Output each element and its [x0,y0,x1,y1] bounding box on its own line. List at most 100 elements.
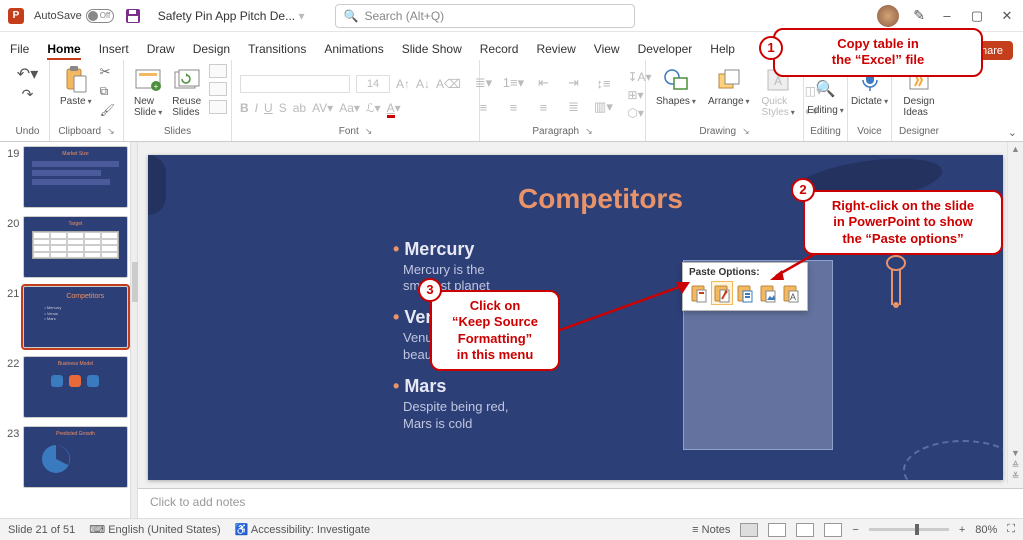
next-slide-icon[interactable]: ≚ [1012,471,1020,482]
close-button[interactable]: ✕ [999,8,1015,24]
group-editing-label: Editing [812,126,839,139]
tab-view[interactable]: View [594,42,620,60]
redo-icon[interactable]: ↷ [22,86,34,103]
case-button[interactable]: Aa▾ [339,101,360,115]
file-name[interactable]: Safety Pin App Pitch De... ▾ [158,9,305,23]
save-icon[interactable] [124,7,142,25]
reading-view-icon[interactable] [796,523,814,537]
search-input[interactable]: 🔍 Search (Alt+Q) [335,4,635,28]
format-painter-icon[interactable]: 🖌 [100,103,115,117]
callout-2-text: Right-click on the slide in PowerPoint t… [832,198,974,246]
pen-icon[interactable]: ✎ [913,7,925,24]
maximize-button[interactable]: ▢ [969,8,985,24]
bold-button[interactable]: B [240,101,249,115]
justify-icon[interactable]: ≣ [563,98,583,116]
align-right-icon[interactable]: ≡ [533,98,553,116]
align-center-icon[interactable]: ≡ [503,98,523,116]
spacing-button[interactable]: AV▾ [312,101,333,115]
tab-help[interactable]: Help [710,42,735,60]
clipboard-launcher-icon[interactable]: ↘ [107,126,115,137]
cut-icon[interactable]: ✂ [100,64,115,80]
section-icon[interactable] [209,100,227,114]
zoom-out-icon[interactable]: − [852,524,858,536]
layout-icon[interactable] [209,64,227,78]
drawing-launcher-icon[interactable]: ↘ [742,126,750,137]
thumbnail-slide-19[interactable]: Market Size [23,146,127,208]
clear-format-icon[interactable]: A⌫ [436,77,461,91]
thumbnail-slide-20[interactable]: Target [23,216,127,278]
italic-button[interactable]: I [255,101,258,115]
font-size-select[interactable]: 14 [356,75,390,93]
paste-embed-icon[interactable] [735,282,755,304]
zoom-level[interactable]: 80% [975,524,997,536]
thumbnail-pane[interactable]: 19 Market Size 20 Target 21 Competitors•… [0,142,131,518]
paste-button[interactable]: Paste [58,64,94,109]
paragraph-launcher-icon[interactable]: ↘ [585,126,593,137]
fit-to-window-icon[interactable]: ⛶ [1007,523,1015,536]
font-color-icon[interactable]: A▾ [387,101,401,115]
tab-draw[interactable]: Draw [147,42,175,60]
tab-animations[interactable]: Animations [324,42,383,60]
strike-button[interactable]: S [279,101,287,115]
tab-file[interactable]: File [10,42,29,60]
align-left-icon[interactable]: ≡ [473,98,493,116]
scroll-up-icon[interactable]: ▲ [1011,144,1020,154]
slide-title[interactable]: Competitors [518,183,683,215]
prev-slide-icon[interactable]: ≙ [1012,460,1020,471]
undo-icon[interactable]: ↶▾ [17,64,38,84]
slideshow-view-icon[interactable] [824,523,842,537]
thumbnail-slide-21[interactable]: Competitors• Mercury• Venus• Mars [23,286,127,348]
tab-record[interactable]: Record [480,42,519,60]
shadow-button[interactable]: ab [293,101,306,115]
accessibility-status[interactable]: ♿ Accessibility: Investigate [235,523,370,536]
slide-counter[interactable]: Slide 21 of 51 [8,524,75,536]
tab-developer[interactable]: Developer [638,42,693,60]
paste-keep-source-formatting-icon[interactable] [712,282,732,304]
minimize-button[interactable]: – [939,8,955,23]
notes-pane[interactable]: Click to add notes [138,488,1023,518]
arrange-button[interactable]: Arrange [706,64,752,109]
notes-button[interactable]: ≡ Notes [692,524,730,536]
copy-icon[interactable]: ⧉ [100,84,115,99]
zoom-in-icon[interactable]: + [959,524,965,536]
bullets-icon[interactable]: ≣▾ [473,74,493,92]
font-launcher-icon[interactable]: ↘ [365,126,373,137]
columns-icon[interactable]: ▥▾ [593,98,613,116]
new-slide-icon: + [134,66,162,94]
autosave-toggle[interactable]: Off [86,9,114,23]
reuse-slides-button[interactable]: Reuse Slides [170,64,203,120]
tab-design[interactable]: Design [193,42,230,60]
search-placeholder: Search (Alt+Q) [364,9,444,23]
thumb-splitter[interactable] [131,142,138,518]
indent-right-icon[interactable]: ⇥ [563,74,583,92]
font-name-select[interactable] [240,75,350,93]
new-slide-button[interactable]: + New Slide [132,64,164,120]
grow-font-icon[interactable]: A↑ [396,77,410,91]
tab-slideshow[interactable]: Slide Show [402,42,462,60]
normal-view-icon[interactable] [740,523,758,537]
scroll-down-icon[interactable]: ▼ [1011,448,1020,458]
tab-transitions[interactable]: Transitions [248,42,306,60]
zoom-slider[interactable] [869,528,949,531]
user-avatar[interactable] [877,5,899,27]
tab-insert[interactable]: Insert [99,42,129,60]
vertical-scrollbar[interactable]: ▲ ▼ ≙ ≚ [1007,142,1023,484]
line-spacing-icon[interactable]: ↕≡ [593,74,613,92]
sorter-view-icon[interactable] [768,523,786,537]
numbering-icon[interactable]: 1≡▾ [503,74,523,92]
collapse-ribbon-icon[interactable]: ⌄ [1008,126,1017,139]
shapes-button[interactable]: Shapes [654,64,698,109]
thumbnail-slide-23[interactable]: Predicted Growth [23,426,127,488]
reset-icon[interactable] [209,82,227,96]
indent-left-icon[interactable]: ⇤ [533,74,553,92]
highlight-icon[interactable]: ℒ▾ [366,101,381,115]
callout-1-text: Copy table in the “Excel” file [832,36,924,67]
underline-button[interactable]: U [264,101,273,115]
thumbnail-slide-22[interactable]: Business Model [23,356,127,418]
tab-home[interactable]: Home [47,42,80,60]
editing-button[interactable]: 🔍 Editing [805,73,846,118]
tab-review[interactable]: Review [536,42,575,60]
shrink-font-icon[interactable]: A↓ [416,77,430,91]
bullet-head: Mars [393,376,509,397]
language-status[interactable]: ⌨ English (United States) [89,523,220,536]
